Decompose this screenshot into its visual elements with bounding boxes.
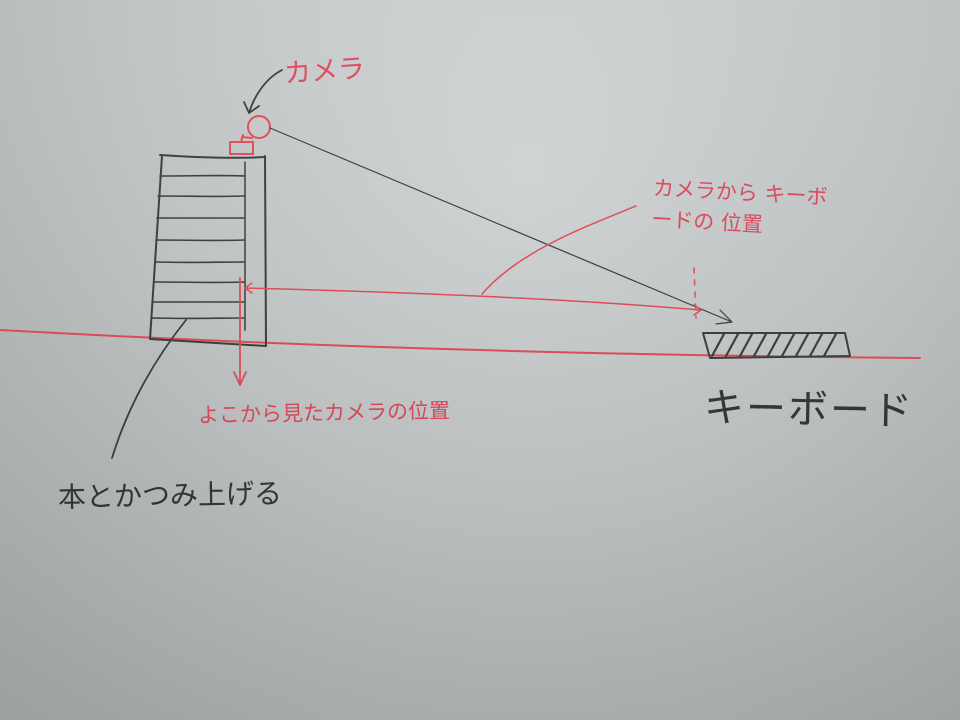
camera-icon [229,115,271,155]
book-stack [149,154,267,347]
camera-pointer-arrow [243,69,283,114]
keyboard-icon [702,332,851,359]
keyboard-label: キーボード [703,385,915,435]
paper-sheet: カメラ カメラから キーボードの 位置 よこから見たカメラの位置 キーボード 本… [0,0,960,720]
camera-to-keyboard-label: カメラから キーボードの 位置 [650,176,829,237]
vertical-arrow [233,277,247,386]
distance-line [244,282,702,316]
camera-label: カメラ [283,53,366,90]
camera-side-position-label: よこから見たカメラの位置 [197,398,451,428]
sketch-drawing [0,69,921,459]
keyboard-marker-line [693,267,697,319]
stack-books-label: 本とかつみ上げる [57,477,283,514]
